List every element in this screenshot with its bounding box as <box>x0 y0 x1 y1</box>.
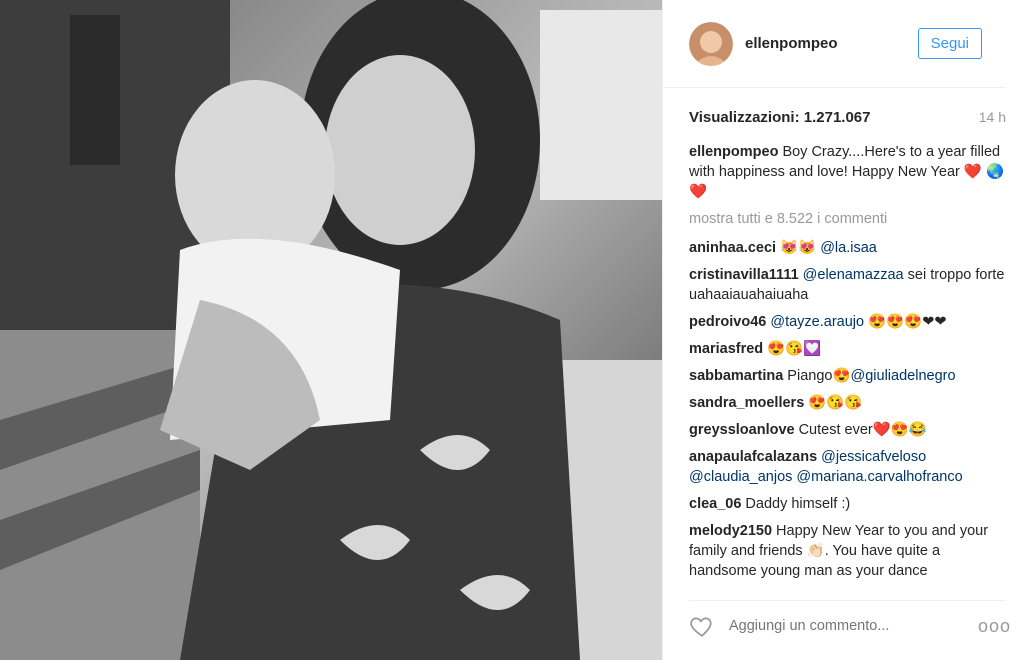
add-comment-input[interactable] <box>727 617 978 635</box>
comment-text: 😻😻 <box>780 240 817 256</box>
comment-username[interactable]: clea_06 <box>689 496 741 512</box>
comment-text: 😍😘💟 <box>767 341 822 357</box>
photo-black-white <box>0 0 662 660</box>
comment-footer: ooo <box>689 600 1010 651</box>
post-sidebar: ellenpompeo Segui Visualizzazioni: 1.271… <box>662 0 1030 660</box>
post-header: ellenpompeo Segui <box>663 0 1006 88</box>
comment-username[interactable]: anapaulafcalazans <box>689 449 817 465</box>
comment: greyssloanlove Cutest ever❤️😍😂 <box>689 420 1006 440</box>
comment-username[interactable]: aninhaa.ceci <box>689 240 776 256</box>
avatar-image <box>689 21 733 66</box>
comment-mention[interactable]: @la.isaa <box>820 240 877 256</box>
post-meta: Visualizzazioni: 1.271.067 14 h <box>663 92 1030 142</box>
comment-mention[interactable]: @elenamazzaa <box>803 267 904 283</box>
comment-text: Daddy himself :) <box>745 496 851 512</box>
comment: sandra_moellers 😍😘😘 <box>689 393 1006 413</box>
comment-username[interactable]: pedroivo46 <box>689 314 766 330</box>
comments-section[interactable]: ellenpompeo Boy Crazy....Here's to a year… <box>663 142 1030 578</box>
instagram-post: ellenpompeo Segui Visualizzazioni: 1.271… <box>0 0 1030 660</box>
comment: pedroivo46 @tayze.araujo 😍😍😍❤❤ <box>689 312 1006 332</box>
comment: melody2150 Happy New Year to you and your… <box>689 521 1006 578</box>
comment-text: 😍😘😘 <box>808 395 863 411</box>
comment: aninhaa.ceci 😻😻 @la.isaa <box>689 238 1006 258</box>
avatar[interactable] <box>689 21 733 66</box>
comment: mariasfred 😍😘💟 <box>689 339 1006 359</box>
caption: ellenpompeo Boy Crazy....Here's to a year… <box>689 142 1006 202</box>
comment-mention[interactable]: @giuliadelnegro <box>851 368 956 384</box>
comment-text: Cutest ever❤️😍😂 <box>798 422 927 438</box>
comment: anapaulafcalazans @jessicafveloso @claudi… <box>689 447 1006 487</box>
comment-text: 😍😍😍❤❤ <box>864 314 947 330</box>
caption-username[interactable]: ellenpompeo <box>689 144 778 160</box>
follow-button[interactable]: Segui <box>917 28 982 59</box>
view-count: Visualizzazioni: 1.271.067 <box>689 108 871 126</box>
comment: sabbamartina Piango😍@giuliadelnegro <box>689 366 1006 386</box>
show-all-comments-link[interactable]: mostra tutti e 8.522 i commenti <box>689 209 1006 229</box>
post-photo[interactable] <box>0 0 662 660</box>
heart-icon[interactable] <box>689 613 715 639</box>
comment-mention[interactable]: @tayze.araujo <box>770 314 864 330</box>
comment-text: Piango😍 <box>787 368 851 384</box>
comment-username[interactable]: mariasfred <box>689 341 763 357</box>
comment-username[interactable]: melody2150 <box>689 523 772 539</box>
heart-outline <box>690 617 712 637</box>
comment: clea_06 Daddy himself :) <box>689 494 1006 514</box>
comment: cristinavilla1111 @elenamazzaa sei troppo… <box>689 265 1006 305</box>
comment-username[interactable]: sandra_moellers <box>689 395 804 411</box>
comment-username[interactable]: cristinavilla1111 <box>689 267 799 283</box>
more-options-icon[interactable]: ooo <box>978 616 1010 637</box>
comment-username[interactable]: greyssloanlove <box>689 422 795 438</box>
comment-username[interactable]: sabbamartina <box>689 368 783 384</box>
username[interactable]: ellenpompeo <box>745 35 918 52</box>
timestamp[interactable]: 14 h <box>979 109 1006 125</box>
